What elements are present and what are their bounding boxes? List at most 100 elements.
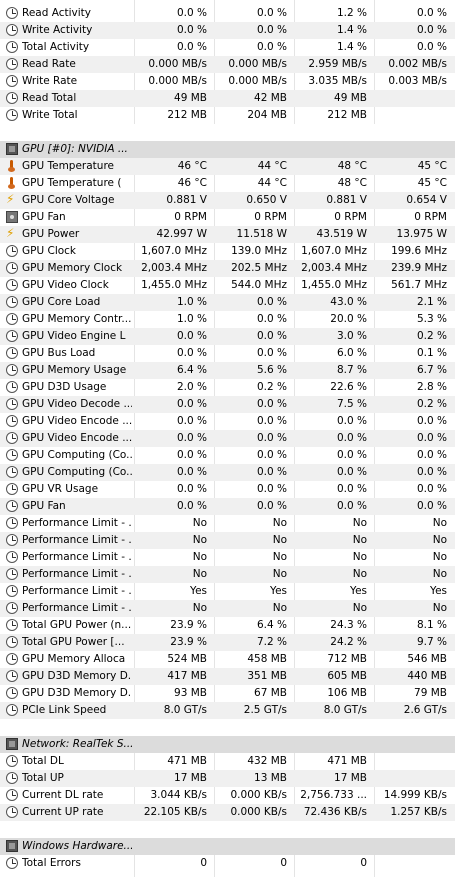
sensor-row[interactable]: GPU Bus Load 0.0 % 0.0 % 6.0 % 0.1 % [0, 345, 455, 362]
sensor-row[interactable]: GPU D3D Usage 2.0 % 0.2 % 22.6 % 2.8 % [0, 379, 455, 396]
average-value: 2.1 % [416, 296, 447, 308]
sensor-label: GPU Core Voltage [22, 194, 115, 206]
sensor-row[interactable]: GPU Computing (Co... 0.0 % 0.0 % 0.0 % 0.0 % [0, 464, 455, 481]
minimum-value: 13 MB [254, 772, 287, 784]
maximum-value: 43.519 W [316, 228, 367, 240]
minimum-value: 0.000 KB/s [230, 806, 288, 818]
sensor-label: GPU VR Usage [22, 483, 99, 495]
sensor-row[interactable]: GPU Temperature (46 °C 44 °C 48 °C 45 °C [0, 175, 455, 192]
current-value: 6.4 % [176, 364, 207, 376]
sensor-row[interactable]: GPU Memory Alloca 524 MB 458 MB 712 MB 546 M… [0, 651, 455, 668]
sensor-label: PCIe Link Speed [22, 704, 107, 716]
current-value: 1,607.0 MHz [141, 245, 207, 257]
sensor-row[interactable]: GPU Video Clock 1,455.0 MHz 544.0 MHz 1,455… [0, 277, 455, 294]
minimum-value: 0.0 % [256, 415, 287, 427]
maximum-value: 17 MB [334, 772, 367, 784]
minimum-value: 0.0 % [256, 432, 287, 444]
sensor-row[interactable]: GPU VR Usage 0.0 % 0.0 % 0.0 % 0.0 % [0, 481, 455, 498]
maximum-value: 48 °C [337, 160, 367, 172]
sensor-row[interactable]: GPU D3D Memory D... 93 MB 67 MB 106 MB 79 MB [0, 685, 455, 702]
sensor-row[interactable]: Performance Limit - ... No No No No [0, 515, 455, 532]
average-value: 13.975 W [396, 228, 447, 240]
sensor-row[interactable]: Current UP rate 22.105 KB/s 0.000 KB/s 72.4… [0, 804, 455, 821]
clock-icon [6, 636, 18, 648]
current-value: 471 MB [167, 755, 207, 767]
minimum-value: 2.5 GT/s [243, 704, 287, 716]
sensor-row[interactable]: GPU Video Encode ... 0.0 % 0.0 % 0.0 % 0.0 % [0, 430, 455, 447]
section-header-row[interactable]: Windows Hardware... [0, 838, 455, 855]
sensor-row[interactable]: Performance Limit - ... No No No No [0, 566, 455, 583]
sensor-row[interactable]: GPU Memory Contr... 1.0 % 0.0 % 20.0 % 5.3 % [0, 311, 455, 328]
sensor-row[interactable]: Performance Limit - ... No No No No [0, 532, 455, 549]
section-header-row[interactable]: GPU [#0]: NVIDIA ... [0, 141, 455, 158]
maximum-value: 1.2 % [336, 7, 367, 19]
clock-icon [6, 534, 18, 546]
sensor-row[interactable]: GPU Video Engine L 0.0 % 0.0 % 3.0 % 0.2 % [0, 328, 455, 345]
current-value: No [192, 517, 207, 529]
sensor-row[interactable]: GPU Power 42.997 W 11.518 W 43.519 W 13.975 … [0, 226, 455, 243]
maximum-value: 49 MB [334, 92, 367, 104]
sensor-row[interactable]: Total UP 17 MB 13 MB 17 MB [0, 770, 455, 787]
average-value: 6.7 % [416, 364, 447, 376]
current-value: 22.105 KB/s [143, 806, 207, 818]
clock-icon [6, 279, 18, 291]
section-label: GPU [#0]: NVIDIA ... [22, 143, 128, 155]
spacer-row [0, 821, 455, 838]
sensor-row[interactable]: GPU Fan 0 RPM 0 RPM 0 RPM 0 RPM [0, 209, 455, 226]
minimum-value: No [272, 534, 287, 546]
section-header-row[interactable]: Network: RealTek S... [0, 736, 455, 753]
maximum-value: 8.7 % [336, 364, 367, 376]
sensor-row[interactable]: Total Errors 0 0 0 [0, 855, 455, 872]
sensor-row[interactable]: Current DL rate 3.044 KB/s 0.000 KB/s 2,756… [0, 787, 455, 804]
minimum-value: 11.518 W [236, 228, 287, 240]
sensor-row[interactable]: Performance Limit - ... Yes Yes Yes Yes [0, 583, 455, 600]
chip-icon [6, 143, 18, 155]
sensor-row[interactable]: GPU Memory Clock 2,003.4 MHz 202.5 MHz 2,00… [0, 260, 455, 277]
minimum-value: 0.0 % [256, 296, 287, 308]
sensor-row[interactable]: Write Total 212 MB 204 MB 212 MB [0, 107, 455, 124]
sensor-row[interactable]: GPU Core Voltage 0.881 V 0.650 V 0.881 V 0.6… [0, 192, 455, 209]
maximum-value: 1,607.0 MHz [301, 245, 367, 257]
sensor-row[interactable]: Read Rate 0.000 MB/s 0.000 MB/s 2.959 MB/s 0… [0, 56, 455, 73]
current-value: 23.9 % [170, 636, 207, 648]
average-value: 546 MB [407, 653, 447, 665]
sensor-label: Write Activity [22, 24, 93, 36]
maximum-value: 0.0 % [336, 483, 367, 495]
sensor-row[interactable]: Performance Limit - ... No No No No [0, 549, 455, 566]
sensor-row[interactable]: Total GPU Power [... 23.9 % 7.2 % 24.2 % 9.7… [0, 634, 455, 651]
average-value: 0.2 % [416, 398, 447, 410]
sensor-row[interactable]: Write Rate 0.000 MB/s 0.000 MB/s 3.035 MB/s… [0, 73, 455, 90]
sensor-row[interactable]: GPU Core Load 1.0 % 0.0 % 43.0 % 2.1 % [0, 294, 455, 311]
sensor-row[interactable]: Total GPU Power (n... 23.9 % 6.4 % 24.3 % 8.… [0, 617, 455, 634]
current-value: 46 °C [177, 160, 207, 172]
sensor-row[interactable]: GPU Memory Usage 6.4 % 5.6 % 8.7 % 6.7 % [0, 362, 455, 379]
minimum-value: 0.0 % [256, 313, 287, 325]
average-value: 0.0 % [416, 500, 447, 512]
maximum-value: 7.5 % [336, 398, 367, 410]
clock-icon [6, 619, 18, 631]
maximum-value: 106 MB [327, 687, 367, 699]
current-value: 46 °C [177, 177, 207, 189]
sensor-row[interactable]: GPU Video Decode ... 0.0 % 0.0 % 7.5 % 0.2 % [0, 396, 455, 413]
average-value: 0 RPM [414, 211, 447, 223]
sensor-row[interactable]: GPU Computing (Co... 0.0 % 0.0 % 0.0 % 0.0 % [0, 447, 455, 464]
sensor-row[interactable]: GPU Clock 1,607.0 MHz 139.0 MHz 1,607.0 MHz… [0, 243, 455, 260]
sensor-row[interactable]: Total DL 471 MB 432 MB 471 MB [0, 753, 455, 770]
minimum-value: 432 MB [247, 755, 287, 767]
sensor-row[interactable]: GPU Fan 0.0 % 0.0 % 0.0 % 0.0 % [0, 498, 455, 515]
sensor-row[interactable]: Performance Limit - ... No No No No [0, 600, 455, 617]
current-value: 1.0 % [176, 313, 207, 325]
sensor-label: Current UP rate [22, 806, 104, 818]
sensor-row[interactable]: PCIe Link Speed 8.0 GT/s 2.5 GT/s 8.0 GT/s 2… [0, 702, 455, 719]
sensor-row[interactable]: Read Total 49 MB 42 MB 49 MB [0, 90, 455, 107]
sensor-row[interactable]: GPU Video Encode ... 0.0 % 0.0 % 0.0 % 0.0 % [0, 413, 455, 430]
sensor-row[interactable]: Write Activity 0.0 % 0.0 % 1.4 % 0.0 % [0, 22, 455, 39]
sensor-row[interactable]: GPU D3D Memory D... 417 MB 351 MB 605 MB 440… [0, 668, 455, 685]
clock-icon [6, 347, 18, 359]
maximum-value: No [352, 517, 367, 529]
sensor-row[interactable]: Total Activity 0.0 % 0.0 % 1.4 % 0.0 % [0, 39, 455, 56]
sensor-row[interactable]: GPU Temperature 46 °C 44 °C 48 °C 45 °C [0, 158, 455, 175]
clock-icon [6, 755, 18, 767]
sensor-row[interactable]: Read Activity 0.0 % 0.0 % 1.2 % 0.0 % [0, 5, 455, 22]
clock-icon [6, 449, 18, 461]
